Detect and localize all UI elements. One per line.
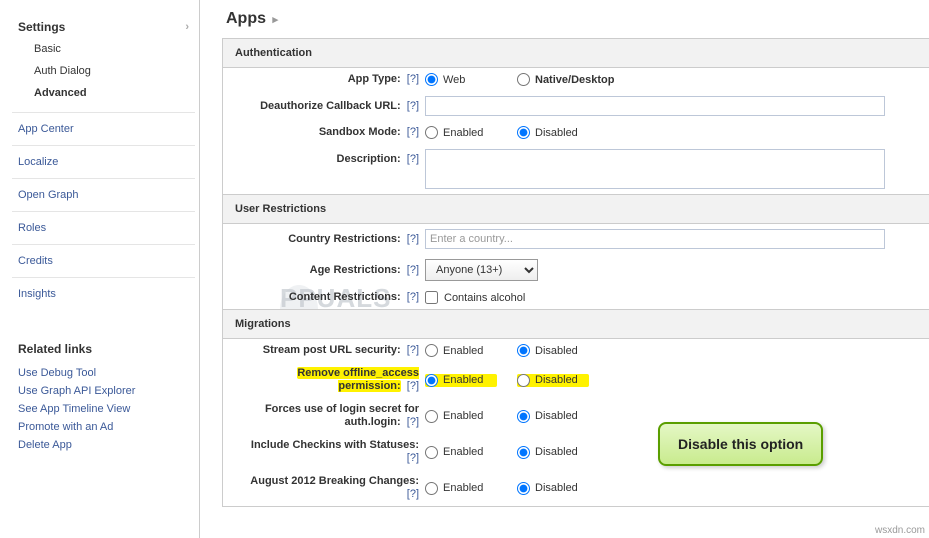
radio-migration-enabled[interactable]: Enabled <box>425 374 497 387</box>
migration-row: Forces use of login secret for auth.logi… <box>223 398 929 434</box>
help-icon[interactable]: [?] <box>407 344 419 356</box>
radio-input[interactable] <box>425 482 438 495</box>
migration-row: Include Checkins with Statuses: [?] Enabl… <box>223 434 929 470</box>
settings-panel: PPUALS Authentication App Type: [?] Web … <box>222 38 929 507</box>
migration-label: Stream post URL security: <box>263 344 401 356</box>
radio-input[interactable] <box>517 482 530 495</box>
help-icon[interactable]: [?] <box>407 416 419 428</box>
label-content: Content Restrictions: <box>289 291 401 303</box>
migration-row: Remove offline_access permission: [?] Ena… <box>223 362 929 398</box>
related-link[interactable]: Use Debug Tool <box>12 364 195 382</box>
deauth-url-input[interactable] <box>425 96 885 116</box>
radio-input[interactable] <box>425 446 438 459</box>
row-app-type: App Type: [?] Web Native/Desktop <box>223 68 929 91</box>
migration-label: Forces use of login secret for auth.logi… <box>265 403 419 428</box>
related-links-title: Related links <box>12 330 195 364</box>
radio-migration-enabled[interactable]: Enabled <box>425 482 497 495</box>
radio-app-type-native[interactable]: Native/Desktop <box>517 73 614 86</box>
radio-sandbox-enabled[interactable]: Enabled <box>425 126 497 139</box>
page-title-text: Apps <box>226 10 266 27</box>
help-icon[interactable]: [?] <box>407 291 419 303</box>
label-age: Age Restrictions: <box>310 264 401 276</box>
radio-input[interactable] <box>425 126 438 139</box>
section-user-restrictions: User Restrictions <box>223 194 929 224</box>
footer-watermark: wsxdn.com <box>875 525 925 536</box>
age-select[interactable]: Anyone (13+) <box>425 259 538 281</box>
help-icon[interactable]: [?] <box>407 452 419 464</box>
page-title: Apps ▸ <box>222 6 929 38</box>
row-sandbox: Sandbox Mode: [?] Enabled Disabled <box>223 121 929 144</box>
radio-sandbox-disabled[interactable]: Disabled <box>517 126 589 139</box>
row-deauth-url: Deauthorize Callback URL: [?] <box>223 91 929 121</box>
help-icon[interactable]: [?] <box>407 100 419 112</box>
row-age-restrictions: Age Restrictions: [?] Anyone (13+) <box>223 254 929 286</box>
radio-input[interactable] <box>425 410 438 423</box>
row-description: Description: [?] <box>223 144 929 194</box>
radio-migration-disabled[interactable]: Disabled <box>517 344 589 357</box>
breadcrumb-arrow-icon: ▸ <box>272 14 278 26</box>
label-app-type: App Type: <box>348 73 401 85</box>
help-icon[interactable]: [?] <box>407 380 419 392</box>
migration-label: Remove offline_access permission: <box>297 367 419 392</box>
radio-input[interactable] <box>517 73 530 86</box>
sidebar: Settings › BasicAuth DialogAdvanced App … <box>0 0 195 538</box>
radio-input[interactable] <box>517 446 530 459</box>
nav-link-open-graph[interactable]: Open Graph <box>12 178 195 211</box>
radio-migration-enabled[interactable]: Enabled <box>425 410 497 423</box>
nav-link-roles[interactable]: Roles <box>12 211 195 244</box>
radio-input[interactable] <box>425 374 438 387</box>
migration-label: August 2012 Breaking Changes: <box>250 475 419 487</box>
help-icon[interactable]: [?] <box>407 264 419 276</box>
nav-link-localize[interactable]: Localize <box>12 145 195 178</box>
nav-settings-section: Settings › BasicAuth DialogAdvanced <box>12 8 195 112</box>
main-content: Apps ▸ PPUALS Authentication App Type: [… <box>200 0 929 538</box>
related-link[interactable]: Use Graph API Explorer <box>12 382 195 400</box>
radio-input[interactable] <box>517 410 530 423</box>
radio-migration-disabled[interactable]: Disabled <box>517 446 589 459</box>
radio-migration-enabled[interactable]: Enabled <box>425 446 497 459</box>
related-link[interactable]: See App Timeline View <box>12 400 195 418</box>
radio-migration-disabled[interactable]: Disabled <box>517 482 589 495</box>
nav-settings-label: Settings <box>18 20 65 34</box>
section-authentication: Authentication <box>223 39 929 68</box>
help-icon[interactable]: [?] <box>407 126 419 138</box>
radio-input[interactable] <box>517 374 530 387</box>
label-description: Description: <box>337 153 401 165</box>
radio-migration-disabled[interactable]: Disabled <box>517 410 589 423</box>
chevron-right-icon: › <box>185 21 189 33</box>
label-deauth: Deauthorize Callback URL: <box>260 100 401 112</box>
migration-label: Include Checkins with Statuses: <box>251 439 419 451</box>
row-content-restrictions: Content Restrictions: [?] Contains alcoh… <box>223 286 929 309</box>
related-link[interactable]: Promote with an Ad <box>12 418 195 436</box>
help-icon[interactable]: [?] <box>407 153 419 165</box>
nav-link-insights[interactable]: Insights <box>12 277 195 310</box>
radio-input[interactable] <box>517 344 530 357</box>
nav-settings-title[interactable]: Settings › <box>12 16 195 38</box>
radio-input[interactable] <box>425 344 438 357</box>
nav-sub-auth-dialog[interactable]: Auth Dialog <box>12 60 195 82</box>
radio-migration-enabled[interactable]: Enabled <box>425 344 497 357</box>
description-input[interactable] <box>425 149 885 189</box>
nav-link-credits[interactable]: Credits <box>12 244 195 277</box>
checkbox-input[interactable] <box>425 291 438 304</box>
row-country-restrictions: Country Restrictions: [?] <box>223 224 929 254</box>
help-icon[interactable]: [?] <box>407 488 419 500</box>
migration-row: August 2012 Breaking Changes: [?] Enabled… <box>223 470 929 506</box>
label-country: Country Restrictions: <box>288 233 400 245</box>
nav-sub-advanced[interactable]: Advanced <box>12 82 195 104</box>
help-icon[interactable]: [?] <box>407 73 419 85</box>
migration-row: Stream post URL security: [?] Enabled Disa… <box>223 339 929 362</box>
country-input[interactable] <box>425 229 885 249</box>
related-link[interactable]: Delete App <box>12 436 195 454</box>
help-icon[interactable]: [?] <box>407 233 419 245</box>
label-sandbox: Sandbox Mode: <box>319 126 401 138</box>
radio-migration-disabled[interactable]: Disabled <box>517 374 589 387</box>
section-migrations: Migrations <box>223 309 929 339</box>
nav-sub-basic[interactable]: Basic <box>12 38 195 60</box>
radio-app-type-web[interactable]: Web <box>425 73 497 86</box>
checkbox-contains-alcohol[interactable]: Contains alcohol <box>425 291 525 304</box>
nav-link-app-center[interactable]: App Center <box>12 112 195 145</box>
radio-input[interactable] <box>425 73 438 86</box>
radio-input[interactable] <box>517 126 530 139</box>
